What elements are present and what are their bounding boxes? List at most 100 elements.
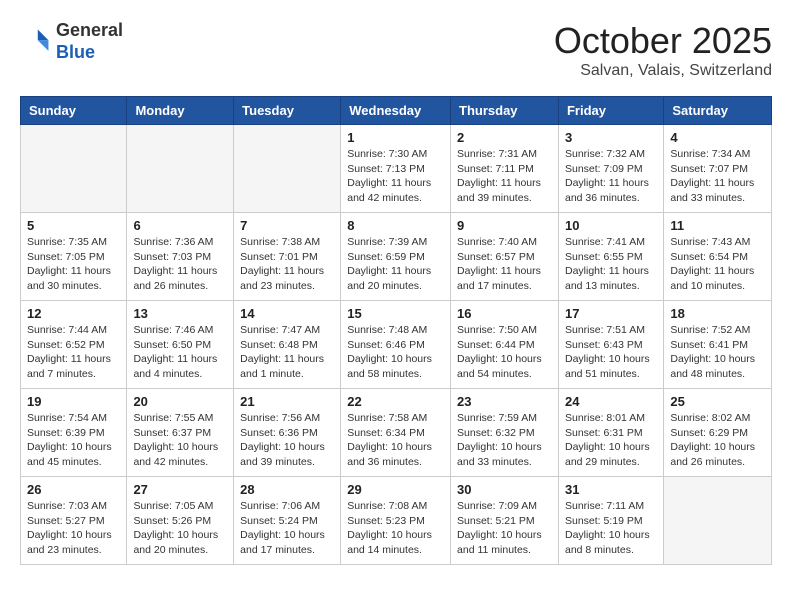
- table-row: 9Sunrise: 7:40 AM Sunset: 6:57 PM Daylig…: [451, 213, 559, 301]
- day-number: 4: [670, 130, 765, 145]
- col-saturday: Saturday: [664, 97, 772, 125]
- day-number: 30: [457, 482, 552, 497]
- table-row: [664, 477, 772, 565]
- day-number: 17: [565, 306, 657, 321]
- day-number: 29: [347, 482, 444, 497]
- day-number: 20: [133, 394, 227, 409]
- day-info: Sunrise: 7:50 AM Sunset: 6:44 PM Dayligh…: [457, 323, 552, 382]
- table-row: 2 Sunrise: 7:31 AM Sunset: 7:11 PM Daylig…: [451, 125, 559, 213]
- day-info: Sunrise: 7:56 AM Sunset: 6:36 PM Dayligh…: [240, 411, 334, 470]
- day-info: Sunrise: 7:52 AM Sunset: 6:41 PM Dayligh…: [670, 323, 765, 382]
- table-row: 29 Sunrise: 7:08 AM Sunset: 5:23 PM Dayli…: [341, 477, 451, 565]
- col-thursday: Thursday: [451, 97, 559, 125]
- month-title: October 2025: [554, 20, 772, 62]
- day-number: 28: [240, 482, 334, 497]
- day-number: 19: [27, 394, 120, 409]
- table-row: 31Sunrise: 7:11 AM Sunset: 5:19 PM Dayli…: [558, 477, 663, 565]
- day-number: 5: [27, 218, 120, 233]
- table-row: 5 Sunrise: 7:35 AM Sunset: 7:05 PM Daylig…: [21, 213, 127, 301]
- day-info: Sunrise: 8:02 AM Sunset: 6:29 PM Dayligh…: [670, 411, 765, 470]
- calendar-week-3: 12 Sunrise: 7:44 AM Sunset: 6:52 PM Dayli…: [21, 301, 772, 389]
- table-row: 10Sunrise: 7:41 AM Sunset: 6:55 PM Dayli…: [558, 213, 663, 301]
- day-number: 12: [27, 306, 120, 321]
- calendar-table: Sunday Monday Tuesday Wednesday Thursday…: [20, 96, 772, 565]
- day-info: Sunrise: 7:43 AM Sunset: 6:54 PM Dayligh…: [670, 235, 765, 294]
- day-number: 24: [565, 394, 657, 409]
- table-row: 8 Sunrise: 7:39 AM Sunset: 6:59 PM Daylig…: [341, 213, 451, 301]
- table-row: 17 Sunrise: 7:51 AM Sunset: 6:43 PM Dayli…: [558, 301, 663, 389]
- table-row: 22Sunrise: 7:58 AM Sunset: 6:34 PM Dayli…: [341, 389, 451, 477]
- table-row: 6Sunrise: 7:36 AM Sunset: 7:03 PM Daylig…: [127, 213, 234, 301]
- day-info: Sunrise: 7:59 AM Sunset: 6:32 PM Dayligh…: [457, 411, 552, 470]
- title-block: October 2025 Salvan, Valais, Switzerland: [554, 20, 772, 80]
- day-info: Sunrise: 7:44 AM Sunset: 6:52 PM Dayligh…: [27, 323, 120, 382]
- table-row: 27Sunrise: 7:05 AM Sunset: 5:26 PM Dayli…: [127, 477, 234, 565]
- table-row: 7 Sunrise: 7:38 AM Sunset: 7:01 PM Daylig…: [234, 213, 341, 301]
- day-info: Sunrise: 7:08 AM Sunset: 5:23 PM Dayligh…: [347, 499, 444, 558]
- day-number: 18: [670, 306, 765, 321]
- table-row: 28Sunrise: 7:06 AM Sunset: 5:24 PM Dayli…: [234, 477, 341, 565]
- table-row: 15Sunrise: 7:48 AM Sunset: 6:46 PM Dayli…: [341, 301, 451, 389]
- table-row: 13 Sunrise: 7:46 AM Sunset: 6:50 PM Dayli…: [127, 301, 234, 389]
- day-info: Sunrise: 7:38 AM Sunset: 7:01 PM Dayligh…: [240, 235, 334, 294]
- table-row: 14 Sunrise: 7:47 AM Sunset: 6:48 PM Dayli…: [234, 301, 341, 389]
- day-info: Sunrise: 7:36 AM Sunset: 7:03 PM Dayligh…: [133, 235, 227, 294]
- day-info: Sunrise: 7:55 AM Sunset: 6:37 PM Dayligh…: [133, 411, 227, 470]
- calendar-week-5: 26 Sunrise: 7:03 AM Sunset: 5:27 PM Dayli…: [21, 477, 772, 565]
- table-row: 3Sunrise: 7:32 AM Sunset: 7:09 PM Daylig…: [558, 125, 663, 213]
- day-info: Sunrise: 7:31 AM Sunset: 7:11 PM Dayligh…: [457, 147, 552, 206]
- day-number: 15: [347, 306, 444, 321]
- day-number: 2: [457, 130, 552, 145]
- day-info: Sunrise: 7:47 AM Sunset: 6:48 PM Dayligh…: [240, 323, 334, 382]
- table-row: 19Sunrise: 7:54 AM Sunset: 6:39 PM Dayli…: [21, 389, 127, 477]
- day-number: 14: [240, 306, 334, 321]
- table-row: [21, 125, 127, 213]
- table-row: [127, 125, 234, 213]
- day-number: 26: [27, 482, 120, 497]
- day-info: Sunrise: 7:51 AM Sunset: 6:43 PM Dayligh…: [565, 323, 657, 382]
- table-row: 21Sunrise: 7:56 AM Sunset: 6:36 PM Dayli…: [234, 389, 341, 477]
- day-number: 3: [565, 130, 657, 145]
- table-row: 30 Sunrise: 7:09 AM Sunset: 5:21 PM Dayli…: [451, 477, 559, 565]
- calendar-week-4: 19Sunrise: 7:54 AM Sunset: 6:39 PM Dayli…: [21, 389, 772, 477]
- page-header: General Blue October 2025 Salvan, Valais…: [20, 20, 772, 80]
- day-number: 9: [457, 218, 552, 233]
- day-number: 11: [670, 218, 765, 233]
- table-row: 16 Sunrise: 7:50 AM Sunset: 6:44 PM Dayli…: [451, 301, 559, 389]
- logo-general: General: [56, 20, 123, 40]
- day-info: Sunrise: 7:35 AM Sunset: 7:05 PM Dayligh…: [27, 235, 120, 294]
- logo-text: General Blue: [56, 20, 123, 63]
- day-number: 10: [565, 218, 657, 233]
- calendar-header-row: Sunday Monday Tuesday Wednesday Thursday…: [21, 97, 772, 125]
- day-info: Sunrise: 7:03 AM Sunset: 5:27 PM Dayligh…: [27, 499, 120, 558]
- day-info: Sunrise: 7:58 AM Sunset: 6:34 PM Dayligh…: [347, 411, 444, 470]
- table-row: 25 Sunrise: 8:02 AM Sunset: 6:29 PM Dayli…: [664, 389, 772, 477]
- calendar-week-1: 1Sunrise: 7:30 AM Sunset: 7:13 PM Daylig…: [21, 125, 772, 213]
- logo-blue: Blue: [56, 42, 95, 62]
- day-number: 31: [565, 482, 657, 497]
- day-number: 13: [133, 306, 227, 321]
- table-row: 1Sunrise: 7:30 AM Sunset: 7:13 PM Daylig…: [341, 125, 451, 213]
- col-wednesday: Wednesday: [341, 97, 451, 125]
- day-info: Sunrise: 7:34 AM Sunset: 7:07 PM Dayligh…: [670, 147, 765, 206]
- table-row: 18 Sunrise: 7:52 AM Sunset: 6:41 PM Dayli…: [664, 301, 772, 389]
- logo: General Blue: [20, 20, 123, 63]
- table-row: 4 Sunrise: 7:34 AM Sunset: 7:07 PM Daylig…: [664, 125, 772, 213]
- col-monday: Monday: [127, 97, 234, 125]
- calendar-week-2: 5 Sunrise: 7:35 AM Sunset: 7:05 PM Daylig…: [21, 213, 772, 301]
- table-row: 23 Sunrise: 7:59 AM Sunset: 6:32 PM Dayli…: [451, 389, 559, 477]
- location-subtitle: Salvan, Valais, Switzerland: [554, 62, 772, 80]
- day-number: 7: [240, 218, 334, 233]
- table-row: 26 Sunrise: 7:03 AM Sunset: 5:27 PM Dayli…: [21, 477, 127, 565]
- day-info: Sunrise: 7:46 AM Sunset: 6:50 PM Dayligh…: [133, 323, 227, 382]
- logo-icon: [20, 26, 52, 58]
- col-tuesday: Tuesday: [234, 97, 341, 125]
- day-info: Sunrise: 7:39 AM Sunset: 6:59 PM Dayligh…: [347, 235, 444, 294]
- day-number: 25: [670, 394, 765, 409]
- day-info: Sunrise: 8:01 AM Sunset: 6:31 PM Dayligh…: [565, 411, 657, 470]
- day-number: 16: [457, 306, 552, 321]
- day-number: 23: [457, 394, 552, 409]
- col-sunday: Sunday: [21, 97, 127, 125]
- day-info: Sunrise: 7:09 AM Sunset: 5:21 PM Dayligh…: [457, 499, 552, 558]
- day-number: 8: [347, 218, 444, 233]
